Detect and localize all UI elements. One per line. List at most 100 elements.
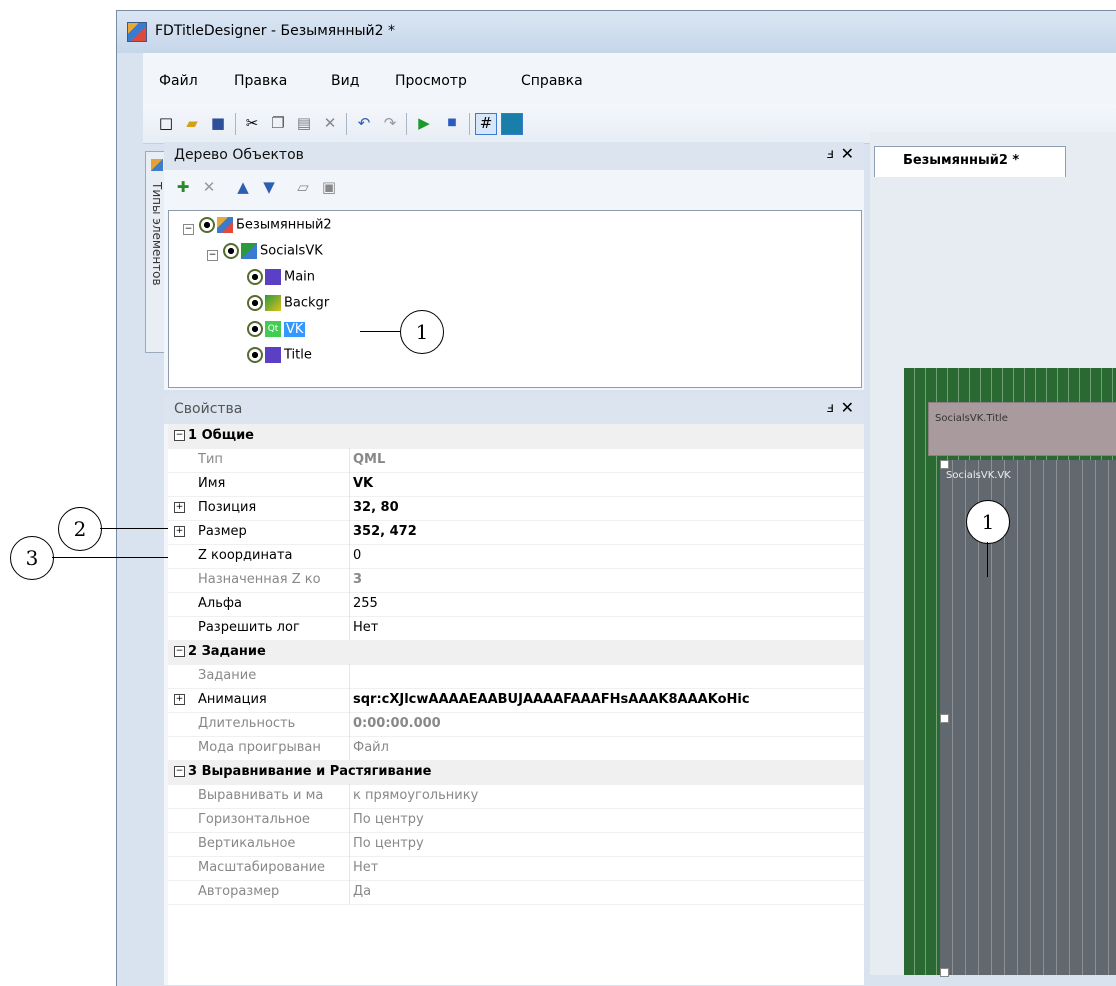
category-task[interactable]: −2 Задание bbox=[168, 640, 864, 665]
document-tab[interactable]: Безымянный2 * bbox=[874, 146, 1066, 177]
menu-help[interactable]: Справка bbox=[521, 73, 583, 89]
frame-icon[interactable] bbox=[501, 113, 523, 135]
qml-icon: Qt bbox=[265, 321, 281, 337]
prop-align-mode[interactable]: Выравнивать и ма к прямоугольнику bbox=[168, 784, 864, 809]
resize-handle[interactable] bbox=[940, 968, 949, 977]
callout-line bbox=[100, 528, 168, 529]
tree-toolbar: ✚ ✕ ▲ ▼ ▱ ▣ bbox=[174, 176, 434, 202]
menu-preview[interactable]: Просмотр bbox=[395, 73, 467, 89]
props-panel-title: Свойства bbox=[174, 401, 243, 417]
tree-node-title[interactable]: Title bbox=[247, 347, 312, 363]
visibility-icon[interactable] bbox=[247, 321, 263, 337]
play-icon[interactable]: ▶ bbox=[415, 114, 433, 132]
visibility-icon[interactable] bbox=[247, 295, 263, 311]
prop-vertical[interactable]: Вертикальное По центру bbox=[168, 832, 864, 857]
import-icon[interactable]: ▱ bbox=[294, 178, 312, 196]
menu-view[interactable]: Вид bbox=[331, 73, 359, 89]
close-icon[interactable]: ✕ bbox=[841, 144, 854, 163]
prop-play-mode[interactable]: Мода проигрыван Файл bbox=[168, 736, 864, 761]
tree-node-vk[interactable]: Qt VK bbox=[247, 321, 306, 337]
callout-1-tree: 1 bbox=[400, 310, 444, 354]
prop-position[interactable]: + Позиция 32, 80 bbox=[168, 496, 864, 521]
prop-alpha[interactable]: Альфа 255 bbox=[168, 592, 864, 617]
collapse-toggle[interactable]: − bbox=[207, 250, 218, 261]
visibility-icon[interactable] bbox=[223, 243, 239, 259]
add-object-icon[interactable]: ✚ bbox=[174, 178, 192, 196]
prop-type[interactable]: Тип QML bbox=[168, 448, 864, 473]
prop-autosize[interactable]: Авторазмер Да bbox=[168, 880, 864, 905]
canvas-title-object[interactable]: SocialsVK.Title bbox=[928, 402, 1116, 456]
close-icon[interactable]: ✕ bbox=[841, 398, 854, 417]
prop-assigned-z[interactable]: Назначенная Z ко 3 bbox=[168, 568, 864, 593]
menu-file[interactable]: Файл bbox=[159, 73, 198, 89]
object-tree-panel: Дерево Объектов ⅎ ✕ ✚ ✕ ▲ ▼ ▱ ▣ − Безымя… bbox=[164, 142, 864, 390]
property-grid: −1 Общие Тип QML Имя VK + Позиция 32, 80 + Ра… bbox=[168, 424, 864, 985]
callout-line bbox=[52, 557, 168, 558]
delete-object-icon[interactable]: ✕ bbox=[200, 178, 218, 196]
background-icon bbox=[265, 295, 281, 311]
redo-icon[interactable]: ↷ bbox=[381, 114, 399, 132]
copy-icon[interactable]: ❐ bbox=[269, 114, 287, 132]
prop-horizontal[interactable]: Горизонтальное По центру bbox=[168, 808, 864, 833]
properties-panel: Свойства ⅎ ✕ −1 Общие Тип QML Имя VK + Пози… bbox=[164, 396, 864, 985]
category-alignment[interactable]: −3 Выравнивание и Растягивание bbox=[168, 760, 864, 785]
cut-icon[interactable]: ✂ bbox=[243, 114, 261, 132]
resize-handle[interactable] bbox=[940, 714, 949, 723]
tree-panel-title: Дерево Объектов bbox=[174, 147, 304, 163]
tree-node-main[interactable]: Main bbox=[247, 269, 315, 285]
prop-name[interactable]: Имя VK bbox=[168, 472, 864, 497]
expand-toggle: + bbox=[174, 694, 185, 705]
title-bar: FDTitleDesigner - Безымянный2 * bbox=[117, 11, 1116, 53]
object-tree: − Безымянный2 − SocialsVK Main Backgr Qt… bbox=[168, 210, 862, 388]
expand-toggle: + bbox=[174, 526, 185, 537]
stop-icon[interactable]: ■ bbox=[443, 114, 461, 132]
group-icon bbox=[241, 243, 257, 259]
vk-object-label: SocialsVK.VK bbox=[946, 470, 1011, 481]
scene-icon bbox=[217, 217, 233, 233]
image-icon bbox=[265, 269, 281, 285]
prop-z[interactable]: Z координата 0 bbox=[168, 544, 864, 569]
prop-task[interactable]: Задание bbox=[168, 664, 864, 689]
pin-icon[interactable]: ⅎ bbox=[827, 146, 834, 162]
tree-node-backgr[interactable]: Backgr bbox=[247, 295, 329, 311]
undo-icon[interactable]: ↶ bbox=[355, 114, 373, 132]
app-icon bbox=[127, 22, 147, 42]
visibility-icon[interactable] bbox=[199, 217, 215, 233]
collapse-toggle[interactable]: − bbox=[183, 224, 194, 235]
export-icon[interactable]: ▣ bbox=[320, 178, 338, 196]
menu-edit[interactable]: Правка bbox=[234, 73, 287, 89]
callout-1-canvas: 1 bbox=[966, 500, 1010, 544]
canvas-vk-object[interactable]: SocialsVK.VK bbox=[940, 460, 1116, 975]
callout-3: 3 bbox=[10, 536, 54, 580]
new-icon[interactable]: □ bbox=[157, 114, 175, 132]
tree-node-socialsvk[interactable]: SocialsVK bbox=[223, 243, 323, 259]
design-canvas[interactable]: SocialsVK.Title SocialsVK.VK bbox=[904, 368, 1116, 977]
visibility-icon[interactable] bbox=[247, 347, 263, 363]
text-icon bbox=[265, 347, 281, 363]
delete-icon[interactable]: ✕ bbox=[321, 114, 339, 132]
visibility-icon[interactable] bbox=[247, 269, 263, 285]
save-icon[interactable]: ■ bbox=[209, 114, 227, 132]
prop-animation[interactable]: + Анимация sqr:cXJlcwAAAAEAABUJAAAAFAAAFHs… bbox=[168, 688, 864, 713]
move-up-icon[interactable]: ▲ bbox=[234, 178, 252, 196]
callout-line bbox=[987, 542, 988, 577]
props-panel-header: Свойства ⅎ ✕ bbox=[164, 396, 864, 424]
callout-2: 2 bbox=[58, 507, 102, 551]
move-down-icon[interactable]: ▼ bbox=[260, 178, 278, 196]
paste-icon[interactable]: ▤ bbox=[295, 114, 313, 132]
tree-node-root[interactable]: Безымянный2 bbox=[199, 217, 332, 233]
callout-line bbox=[360, 331, 400, 332]
tree-panel-header: Дерево Объектов ⅎ ✕ bbox=[164, 142, 864, 170]
category-general[interactable]: −1 Общие bbox=[168, 424, 864, 449]
prop-size[interactable]: + Размер 352, 472 bbox=[168, 520, 864, 545]
prop-allow-log[interactable]: Разрешить лог Нет bbox=[168, 616, 864, 641]
open-icon[interactable]: ▰ bbox=[183, 114, 201, 132]
window-title: FDTitleDesigner - Безымянный2 * bbox=[155, 23, 396, 39]
prop-scaling[interactable]: Масштабирование Нет bbox=[168, 856, 864, 881]
pin-icon[interactable]: ⅎ bbox=[827, 400, 834, 416]
grid-icon[interactable]: # bbox=[475, 113, 497, 135]
element-types-label: Типы элементов bbox=[150, 182, 164, 286]
resize-handle[interactable] bbox=[940, 460, 949, 469]
prop-duration[interactable]: Длительность 0:00:00.000 bbox=[168, 712, 864, 737]
menu-bar: Файл Правка Вид Просмотр Справка bbox=[143, 53, 1116, 105]
